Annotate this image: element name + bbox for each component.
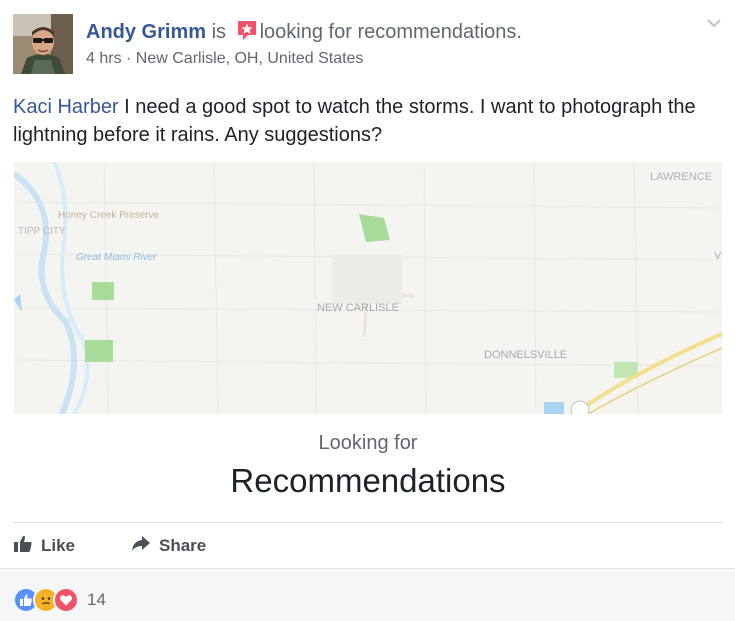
feed-post: Andy Grimm is looking for recommendation…	[0, 0, 735, 621]
map-label-new-carlisle: NEW CARLISLE	[317, 302, 399, 314]
share-button[interactable]: Share	[131, 530, 206, 562]
share-label: Share	[159, 536, 207, 555]
avatar[interactable]	[13, 14, 73, 74]
rec-title: Recommendations	[230, 462, 506, 499]
map-label-lawrenceville: LAWRENCE	[650, 171, 712, 183]
divider	[13, 522, 722, 523]
map-label-river: Great Miami River	[76, 252, 157, 263]
love-reaction-icon	[53, 587, 79, 613]
meta-separator: ·	[121, 50, 136, 67]
mention-link[interactable]: Kaci Harber	[13, 96, 119, 118]
reactions-bar: 14	[0, 568, 735, 621]
like-button[interactable]: Like	[13, 530, 75, 562]
reactions-summary[interactable]: 14	[13, 587, 106, 613]
map-label-donnelsville: DONNELSVILLE	[484, 349, 567, 361]
author-name[interactable]: Andy Grimm	[86, 21, 206, 43]
map-label-honey-creek: Honey Creek Preserve	[58, 210, 160, 221]
share-arrow-icon	[131, 535, 159, 558]
post-location[interactable]: New Carlisle, OH, United States	[136, 50, 364, 67]
like-label: Like	[41, 536, 76, 555]
activity-text: looking for recommendations.	[259, 21, 522, 43]
reaction-count[interactable]: 14	[87, 590, 106, 610]
recommendation-star-icon	[236, 19, 258, 47]
post-meta: 4 hrs · New Carlisle, OH, United States	[86, 50, 363, 68]
chevron-down-icon[interactable]	[703, 14, 725, 32]
thumbs-up-icon	[13, 535, 41, 558]
location-map[interactable]: LAWRENCE TIPP CITY Honey Creek Preserve …	[14, 162, 722, 414]
post-header: Andy Grimm is looking for recommendation…	[86, 19, 522, 47]
post-timestamp[interactable]: 4 hrs	[86, 50, 122, 67]
header-verb: is	[211, 21, 227, 43]
map-label-tipp-city: TIPP CITY	[18, 226, 66, 237]
post-text: Kaci Harber I need a good spot to watch …	[13, 93, 718, 149]
rec-subtitle: Looking for	[318, 432, 418, 454]
map-label-fragment: V	[714, 250, 722, 262]
recommendations-card: Looking for Recommendations	[14, 418, 722, 518]
